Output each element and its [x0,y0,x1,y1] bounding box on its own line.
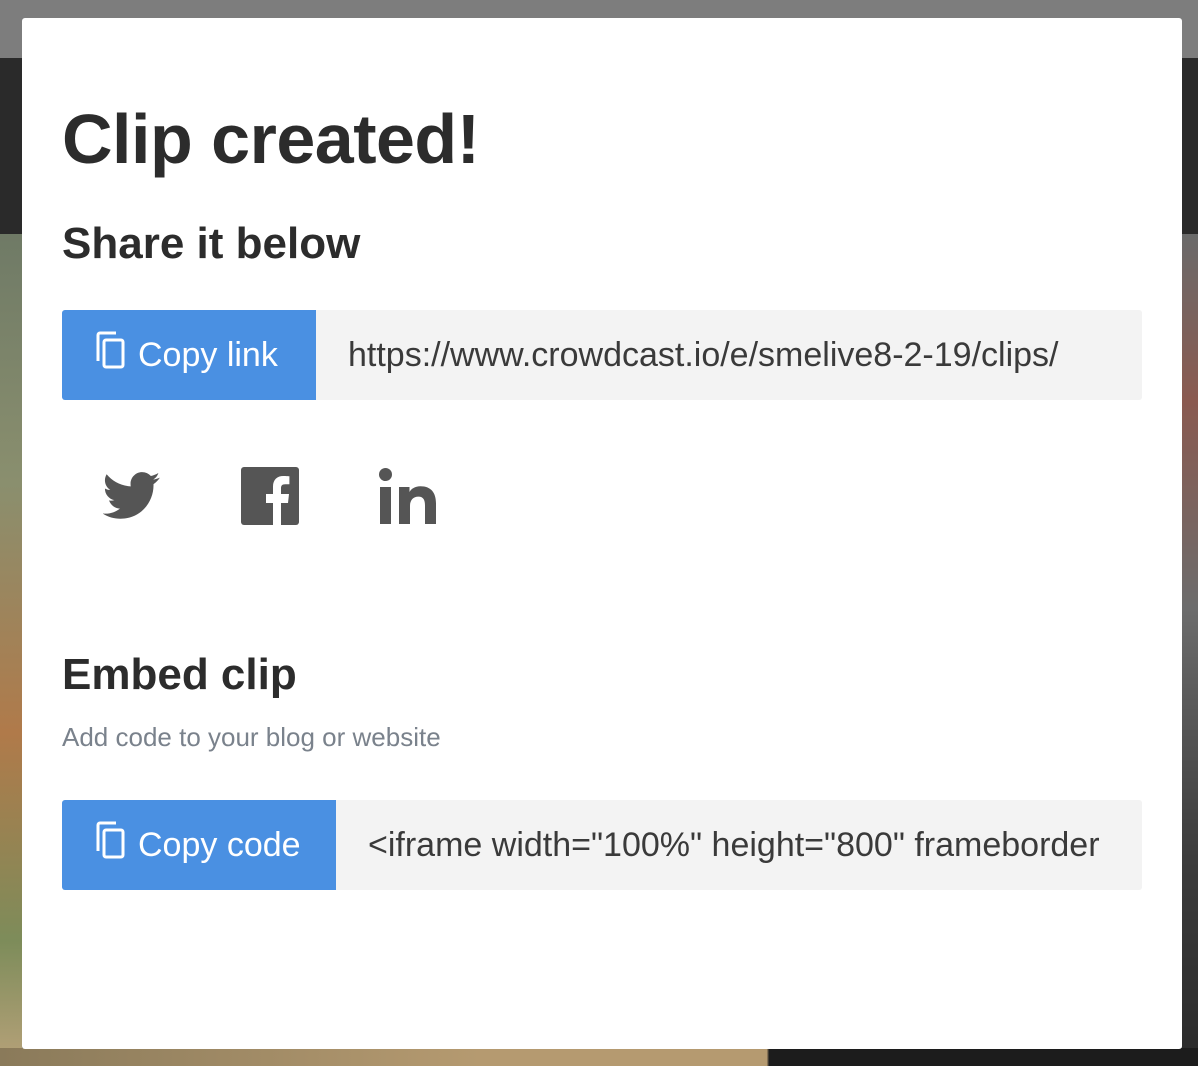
facebook-share-button[interactable] [238,466,302,530]
linkedin-icon [378,467,438,530]
copy-icon [94,331,126,371]
copy-link-button[interactable]: Copy link [62,310,316,400]
twitter-icon [102,471,161,526]
copy-link-label: Copy link [138,335,278,374]
background-video-edge-bottom [0,1048,1198,1066]
clip-created-modal: Clip created! Share it below Copy link h… [22,18,1182,1049]
embed-heading: Embed clip [62,650,297,699]
copy-icon [94,821,126,861]
copy-code-button[interactable]: Copy code [62,800,336,890]
copy-link-row: Copy link [62,310,1142,400]
modal-title: Clip created! [62,100,480,178]
social-share-row [100,466,440,530]
twitter-share-button[interactable] [100,466,164,530]
embed-code-field[interactable] [336,800,1142,890]
background-video-edge-left [0,234,22,1066]
share-heading: Share it below [62,219,361,268]
embed-description: Add code to your blog or website [62,722,441,752]
background-video-edge-right [1182,234,1198,1066]
linkedin-share-button[interactable] [376,466,440,530]
facebook-icon [241,466,299,530]
copy-code-row: Copy code [62,800,1142,890]
clip-link-field[interactable] [316,310,1142,400]
copy-code-label: Copy code [138,825,301,864]
